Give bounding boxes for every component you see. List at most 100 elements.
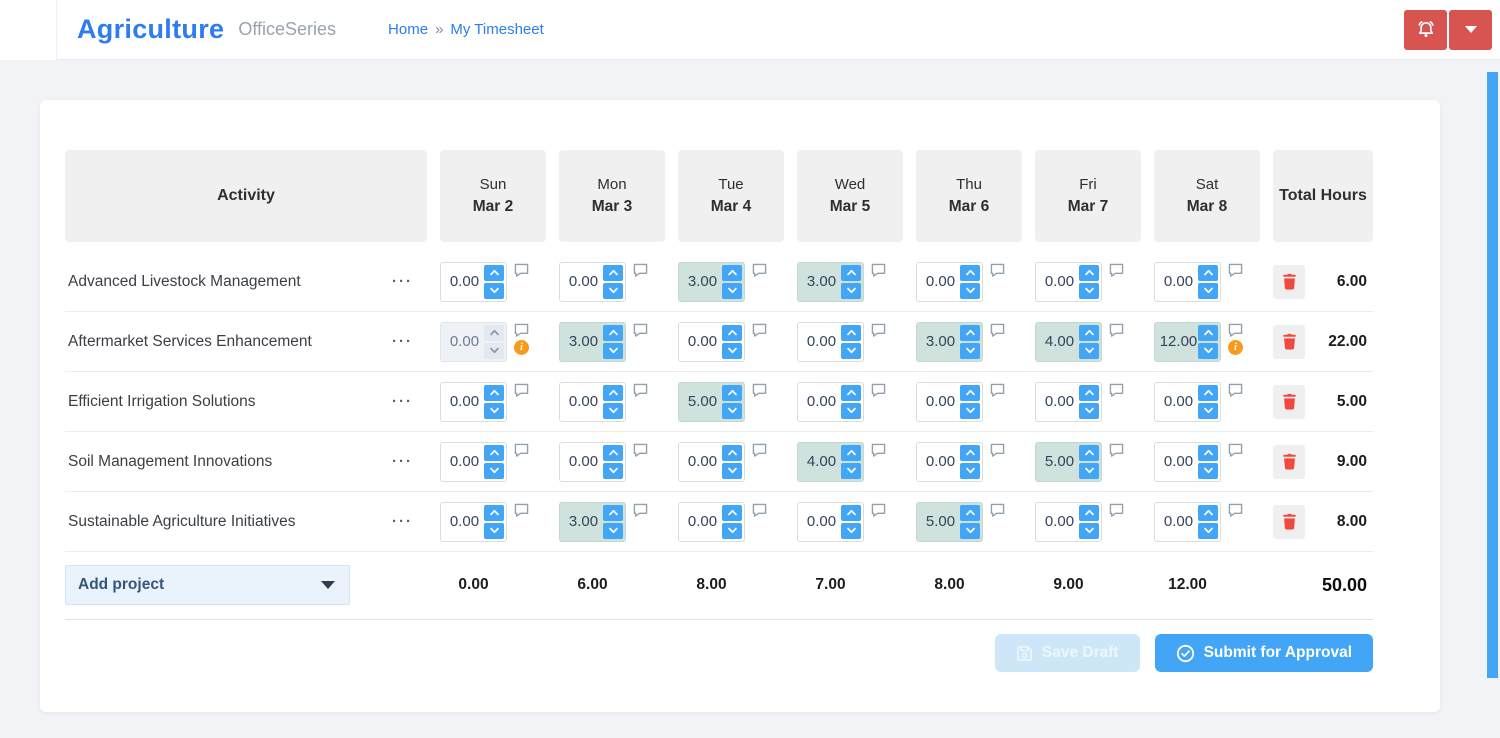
hours-input[interactable]: 0.00: [559, 442, 626, 482]
decrement-button[interactable]: [484, 523, 504, 539]
decrement-button[interactable]: [841, 283, 861, 299]
comment-icon[interactable]: [633, 263, 648, 277]
hours-input[interactable]: 3.00: [559, 322, 626, 362]
decrement-button[interactable]: [484, 343, 504, 359]
increment-button[interactable]: [603, 445, 623, 461]
hours-input[interactable]: 4.00: [797, 442, 864, 482]
comment-icon[interactable]: [871, 263, 886, 277]
hours-input[interactable]: 0.00: [1154, 262, 1221, 302]
add-project-select[interactable]: Add project: [65, 565, 350, 605]
comment-icon[interactable]: [1109, 263, 1124, 277]
hours-input[interactable]: 0.00: [916, 442, 983, 482]
breadcrumb-current-link[interactable]: My Timesheet: [450, 21, 543, 38]
increment-button[interactable]: [1198, 265, 1218, 281]
comment-icon[interactable]: [752, 263, 767, 277]
comment-icon[interactable]: [752, 323, 767, 337]
decrement-button[interactable]: [960, 343, 980, 359]
increment-button[interactable]: [841, 265, 861, 281]
row-menu-icon[interactable]: ···: [392, 394, 413, 409]
hours-input[interactable]: 0.00: [440, 442, 507, 482]
increment-button[interactable]: [484, 385, 504, 401]
hours-input[interactable]: 0.00: [678, 322, 745, 362]
decrement-button[interactable]: [1198, 283, 1218, 299]
decrement-button[interactable]: [722, 463, 742, 479]
comment-icon[interactable]: [1109, 503, 1124, 517]
increment-button[interactable]: [1079, 325, 1099, 341]
comment-icon[interactable]: [752, 443, 767, 457]
comment-icon[interactable]: [1228, 263, 1243, 277]
decrement-button[interactable]: [1079, 463, 1099, 479]
decrement-button[interactable]: [484, 463, 504, 479]
hours-input[interactable]: 0.00: [916, 262, 983, 302]
decrement-button[interactable]: [841, 523, 861, 539]
decrement-button[interactable]: [841, 403, 861, 419]
increment-button[interactable]: [484, 445, 504, 461]
decrement-button[interactable]: [1198, 343, 1218, 359]
hours-input[interactable]: 12.00: [1154, 322, 1221, 362]
hours-input[interactable]: 0.00: [797, 382, 864, 422]
hours-input[interactable]: 5.00: [1035, 442, 1102, 482]
comment-icon[interactable]: [514, 383, 529, 397]
decrement-button[interactable]: [722, 403, 742, 419]
comment-icon[interactable]: [514, 443, 529, 457]
decrement-button[interactable]: [603, 523, 623, 539]
decrement-button[interactable]: [1079, 523, 1099, 539]
decrement-button[interactable]: [603, 283, 623, 299]
increment-button[interactable]: [722, 385, 742, 401]
increment-button[interactable]: [960, 325, 980, 341]
increment-button[interactable]: [1079, 445, 1099, 461]
decrement-button[interactable]: [484, 283, 504, 299]
comment-icon[interactable]: [633, 503, 648, 517]
decrement-button[interactable]: [841, 343, 861, 359]
hours-input[interactable]: 4.00: [1035, 322, 1102, 362]
increment-button[interactable]: [960, 385, 980, 401]
comment-icon[interactable]: [1228, 383, 1243, 397]
decrement-button[interactable]: [960, 523, 980, 539]
increment-button[interactable]: [722, 325, 742, 341]
increment-button[interactable]: [484, 325, 504, 341]
comment-icon[interactable]: [1228, 323, 1243, 337]
hours-input[interactable]: 0.00: [440, 382, 507, 422]
decrement-button[interactable]: [603, 343, 623, 359]
comment-icon[interactable]: [990, 323, 1005, 337]
increment-button[interactable]: [603, 325, 623, 341]
comment-icon[interactable]: [990, 383, 1005, 397]
hours-input[interactable]: 3.00: [916, 322, 983, 362]
hours-input[interactable]: 0.00: [678, 442, 745, 482]
decrement-button[interactable]: [722, 343, 742, 359]
hours-input[interactable]: 0.00: [1035, 382, 1102, 422]
delete-row-button[interactable]: [1273, 265, 1305, 299]
comment-icon[interactable]: [1109, 323, 1124, 337]
decrement-button[interactable]: [603, 403, 623, 419]
increment-button[interactable]: [603, 385, 623, 401]
decrement-button[interactable]: [722, 283, 742, 299]
hours-input[interactable]: 0.00: [1154, 382, 1221, 422]
user-menu-button[interactable]: [1449, 10, 1492, 50]
delete-row-button[interactable]: [1273, 505, 1305, 539]
delete-row-button[interactable]: [1273, 385, 1305, 419]
decrement-button[interactable]: [960, 403, 980, 419]
increment-button[interactable]: [960, 445, 980, 461]
increment-button[interactable]: [484, 265, 504, 281]
decrement-button[interactable]: [1079, 283, 1099, 299]
increment-button[interactable]: [841, 385, 861, 401]
increment-button[interactable]: [722, 505, 742, 521]
comment-icon[interactable]: [1109, 383, 1124, 397]
decrement-button[interactable]: [1198, 523, 1218, 539]
comment-icon[interactable]: [752, 503, 767, 517]
increment-button[interactable]: [722, 265, 742, 281]
comment-icon[interactable]: [1109, 443, 1124, 457]
hours-input[interactable]: 0.00: [678, 502, 745, 542]
comment-icon[interactable]: [990, 263, 1005, 277]
increment-button[interactable]: [841, 505, 861, 521]
comment-icon[interactable]: [871, 443, 886, 457]
row-menu-icon[interactable]: ···: [392, 514, 413, 529]
increment-button[interactable]: [841, 445, 861, 461]
increment-button[interactable]: [1079, 265, 1099, 281]
row-menu-icon[interactable]: ···: [392, 274, 413, 289]
hours-input[interactable]: 3.00: [678, 262, 745, 302]
comment-icon[interactable]: [990, 503, 1005, 517]
hours-input[interactable]: 0.00: [1035, 502, 1102, 542]
decrement-button[interactable]: [1079, 403, 1099, 419]
save-draft-button[interactable]: Save Draft: [995, 634, 1140, 672]
